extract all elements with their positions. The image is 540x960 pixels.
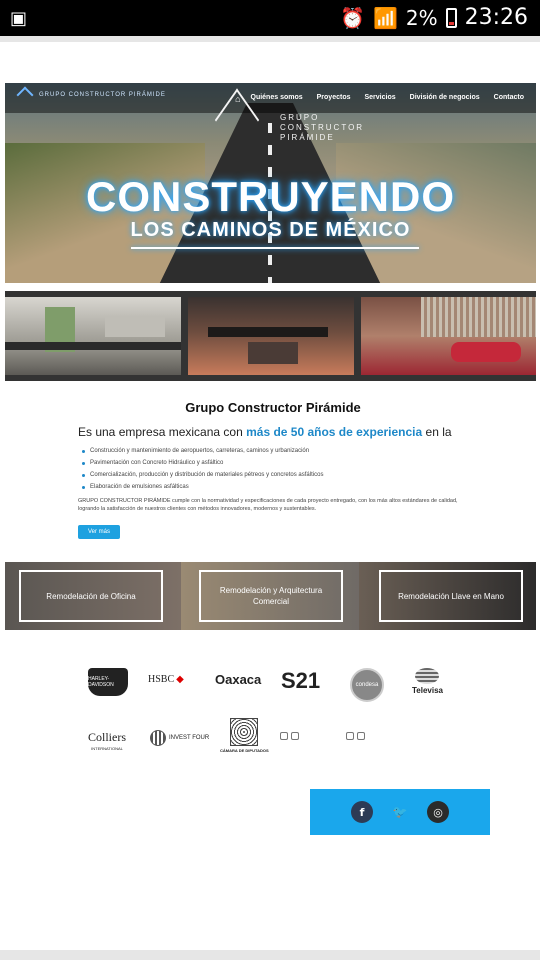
hsbc-logo: HSBC ◆ bbox=[148, 674, 184, 685]
intro-prefix: Es una empresa mexicana con bbox=[78, 425, 247, 439]
government-logo-1 bbox=[280, 732, 299, 740]
service-frame: Remodelación y Arquitectura Comercial bbox=[199, 570, 343, 622]
gallery-image-lounge[interactable] bbox=[361, 297, 536, 375]
televisa-eye-icon bbox=[415, 668, 440, 684]
wifi-icon: 📶 bbox=[372, 5, 398, 30]
ver-mas-button[interactable]: Ver más bbox=[78, 525, 121, 539]
hero-banner: GRUPO CONSTRUCTOR PIRÁMIDE ⌂ Quiénes som… bbox=[5, 83, 536, 283]
condesa-text: condesa bbox=[355, 682, 379, 688]
office-gallery bbox=[5, 291, 536, 381]
nav-item-servicios[interactable]: Servicios bbox=[365, 94, 396, 104]
browser-bar bbox=[0, 36, 540, 42]
client-logos: HARLEY-DAVIDSON HSBC ◆ Oaxaca S21 condesa… bbox=[70, 660, 470, 770]
twitter-icon[interactable]: 🐦 bbox=[389, 801, 411, 823]
instagram-icon[interactable]: ◎ bbox=[427, 801, 449, 823]
bullet-item: Pavimentación con Concreto Hidráulico y … bbox=[82, 457, 468, 469]
status-bar: ▣ ⏰ 📶 2% 23:26 bbox=[0, 0, 540, 36]
service-card-llave[interactable]: Remodelación Llave en Mano bbox=[359, 562, 536, 630]
intro-highlight: más de 50 años de experiencia bbox=[246, 425, 423, 439]
nav-logo-text: GRUPO CONSTRUCTOR PIRÁMIDE bbox=[39, 92, 166, 98]
about-title: Grupo Constructor Pirámide bbox=[185, 400, 361, 415]
nav-item-contacto[interactable]: Contacto bbox=[494, 94, 524, 104]
crest-icon bbox=[280, 732, 288, 740]
service-label: Remodelación Llave en Mano bbox=[398, 591, 504, 601]
hero-logo: GRUPO CONSTRUCTOR PIRÁMIDE bbox=[210, 88, 362, 155]
invest-four-logo: INVEST FOUR bbox=[150, 730, 209, 746]
about-intro: Es una empresa mexicana con más de 50 añ… bbox=[78, 425, 468, 439]
camara-diputados-logo: CÁMARA DE DIPUTADOS bbox=[220, 718, 269, 753]
condesa-logo: condesa bbox=[350, 668, 384, 702]
hero-subheadline: LOS CAMINOS DE MÉXICO bbox=[130, 219, 411, 241]
nav-logo[interactable]: GRUPO CONSTRUCTOR PIRÁMIDE bbox=[16, 86, 166, 104]
colliers-logo: Colliers INTERNATIONAL bbox=[88, 730, 126, 754]
service-label: Remodelación y Arquitectura Comercial bbox=[219, 586, 323, 606]
service-frame: Remodelación de Oficina bbox=[19, 570, 163, 622]
harley-davidson-logo: HARLEY-DAVIDSON bbox=[88, 668, 128, 696]
alarm-icon: ⏰ bbox=[340, 5, 365, 30]
gallery-image-office[interactable] bbox=[5, 297, 181, 375]
bullet-item: Comercialización, producción y distribuc… bbox=[82, 469, 468, 481]
gallery-image-restaurant[interactable] bbox=[188, 297, 354, 375]
crest-icon bbox=[291, 732, 299, 740]
status-right: ⏰ 📶 2% 23:26 bbox=[340, 5, 528, 30]
oaxaca-logo: Oaxaca bbox=[215, 672, 261, 687]
intro-suffix: en la bbox=[422, 425, 452, 439]
colliers-text: Colliers bbox=[88, 730, 126, 744]
clock: 23:26 bbox=[464, 5, 528, 30]
colliers-sub: INTERNATIONAL bbox=[91, 746, 123, 751]
service-card-oficina[interactable]: Remodelación de Oficina bbox=[5, 562, 181, 630]
facebook-icon[interactable]: f bbox=[351, 801, 373, 823]
s21-logo: S21 bbox=[281, 668, 320, 694]
crest-icon bbox=[357, 732, 365, 740]
bullet-item: Construcción y mantenimiento de aeropuer… bbox=[82, 445, 468, 457]
services-strip: Remodelación de Oficina Remodelación y A… bbox=[5, 562, 536, 630]
pyramid-logo-icon bbox=[16, 86, 34, 104]
crest-icon bbox=[346, 732, 354, 740]
seal-icon bbox=[230, 718, 259, 746]
harley-text: HARLEY-DAVIDSON bbox=[88, 676, 114, 688]
hero-logo-text: GRUPO CONSTRUCTOR PIRÁMIDE bbox=[280, 113, 365, 142]
hsbc-hexagon-icon: ◆ bbox=[176, 674, 184, 685]
globe-icon bbox=[150, 730, 166, 746]
battery-percent: 2% bbox=[405, 5, 438, 30]
bullet-item: Elaboración de emulsiones asfálticas bbox=[82, 481, 468, 493]
battery-icon bbox=[445, 7, 457, 28]
hsbc-text: HSBC bbox=[148, 674, 175, 685]
government-logo-2 bbox=[346, 732, 365, 740]
service-label: Remodelación de Oficina bbox=[46, 591, 136, 601]
service-frame: Remodelación Llave en Mano bbox=[379, 570, 523, 622]
oaxaca-text: Oaxaca bbox=[215, 672, 262, 687]
pyramid-logo-icon bbox=[214, 88, 260, 152]
invest-text: INVEST FOUR bbox=[169, 735, 210, 741]
about-section: Grupo Constructor Pirámide Es una empres… bbox=[78, 400, 468, 539]
notification-icon: ▣ bbox=[10, 8, 28, 29]
about-bullets: Construcción y mantenimiento de aeropuer… bbox=[82, 445, 468, 493]
televisa-logo: Televisa bbox=[412, 668, 443, 695]
camara-text: CÁMARA DE DIPUTADOS bbox=[220, 748, 269, 753]
about-paragraph: GRUPO CONSTRUCTOR PIRÁMIDE cumple con la… bbox=[78, 498, 458, 512]
s21-text: S21 bbox=[281, 668, 321, 693]
service-card-comercial[interactable]: Remodelación y Arquitectura Comercial bbox=[181, 562, 359, 630]
nav-item-division[interactable]: División de negocios bbox=[410, 94, 480, 104]
televisa-text: Televisa bbox=[412, 686, 443, 695]
hero-headline: CONSTRUYENDO bbox=[85, 173, 456, 220]
hero-underline bbox=[131, 247, 419, 249]
bottom-bar bbox=[0, 950, 540, 960]
social-bar: f 🐦 ◎ bbox=[310, 789, 490, 835]
